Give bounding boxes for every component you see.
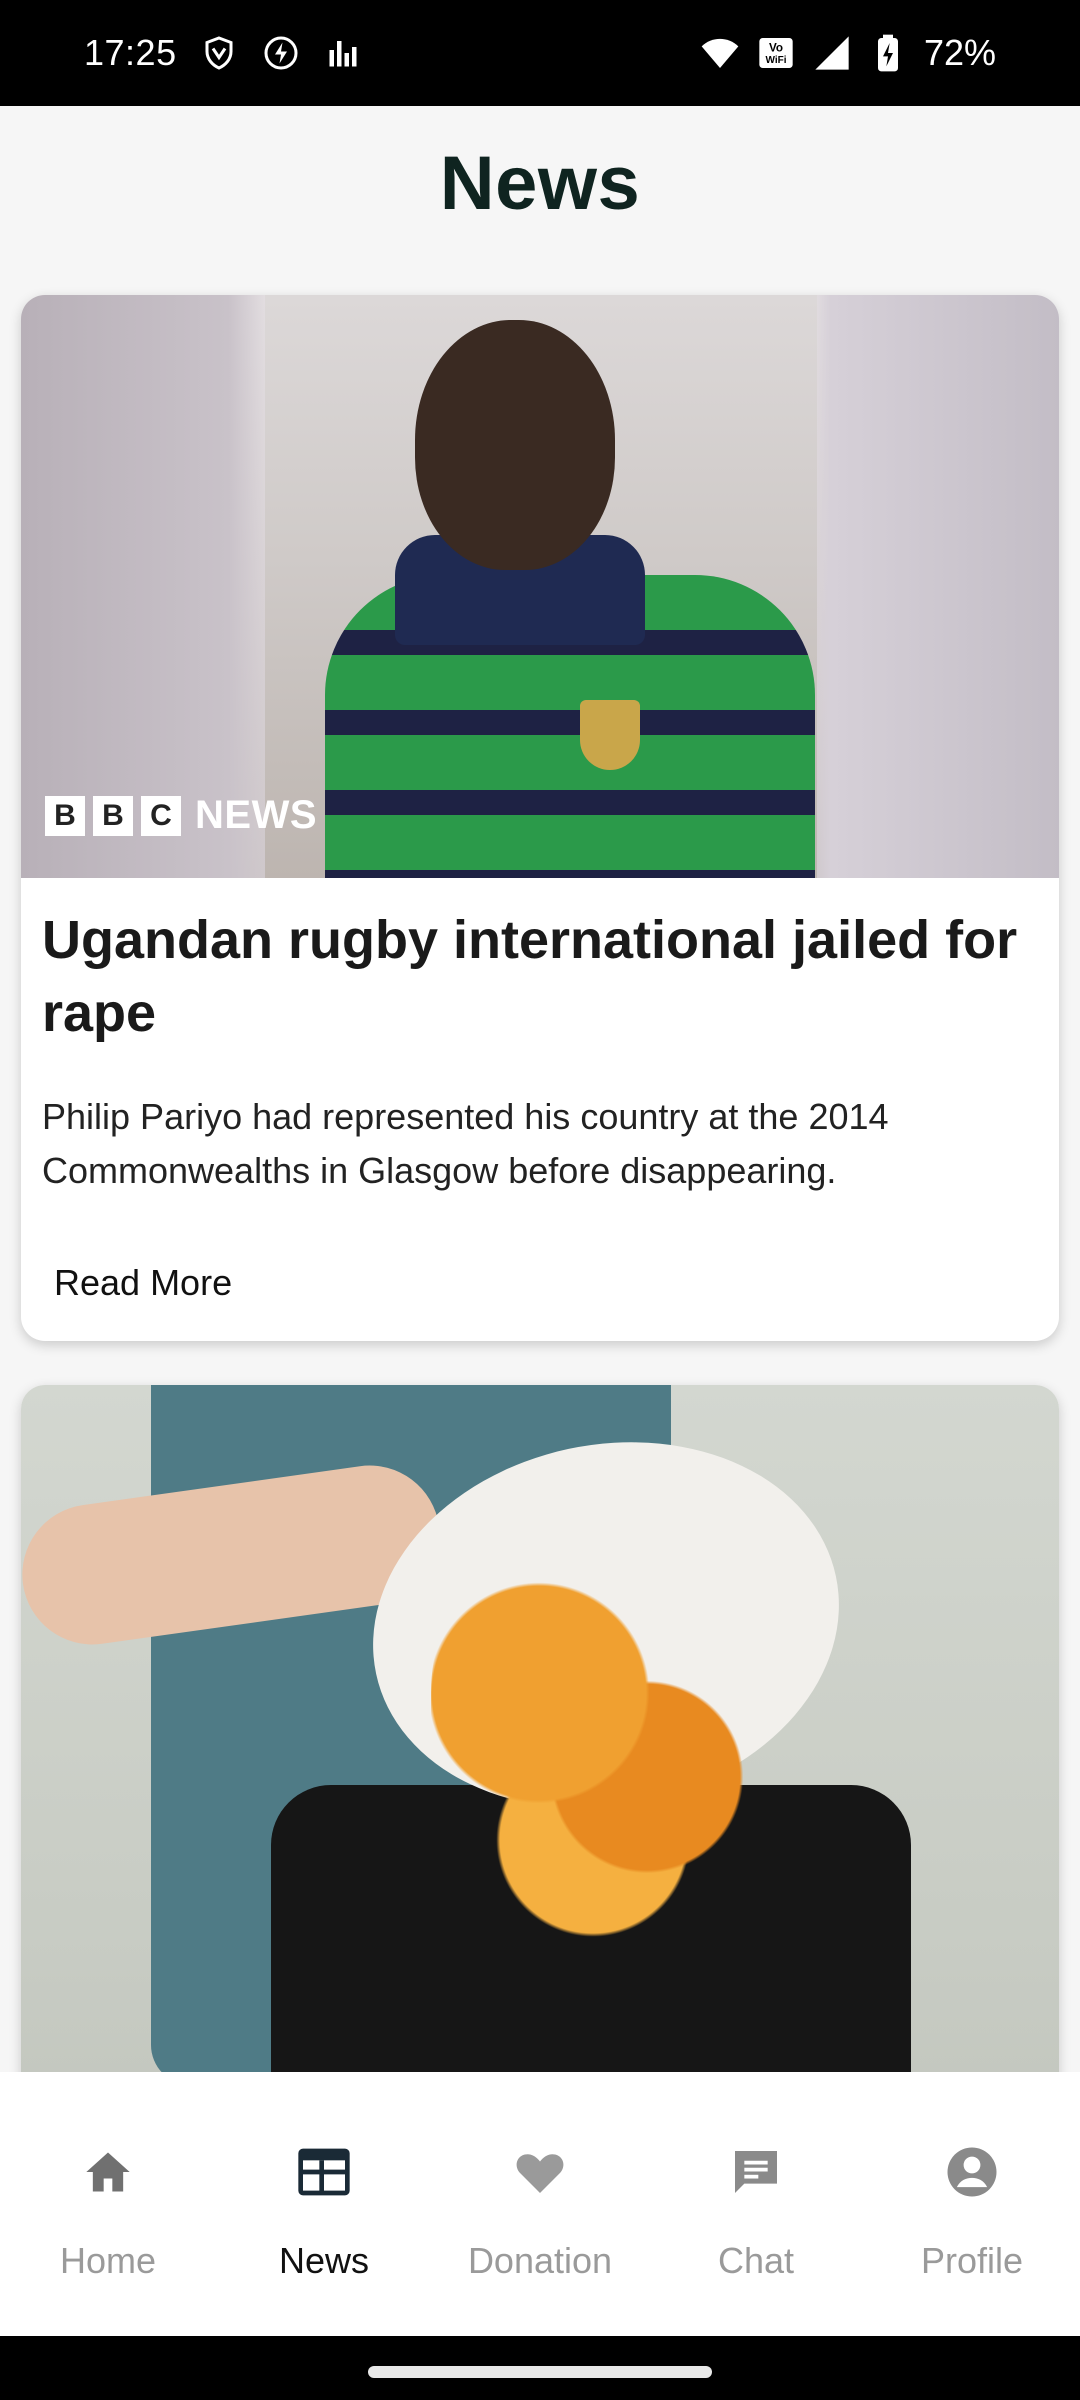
nav-item-chat[interactable]: Chat (648, 2072, 864, 2336)
logo-letter: B (93, 795, 133, 836)
app-screen: 17:25 Vo WiFi 72% News B B C NEWS Uganda… (0, 0, 1080, 2400)
page-title: News (439, 141, 641, 226)
article-image: B B C NEWS (21, 295, 1059, 878)
crest-shape (580, 700, 640, 770)
home-icon (80, 2144, 136, 2200)
bbc-news-logo: B B C NEWS (45, 793, 317, 838)
vowifi-icon: Vo WiFi (756, 33, 796, 73)
status-right: Vo WiFi 72% (700, 32, 996, 74)
svg-text:WiFi: WiFi (765, 55, 786, 66)
system-nav-bar (0, 2336, 1080, 2400)
nav-label: Home (59, 2240, 157, 2281)
bolt-icon (261, 33, 301, 73)
nav-label: Chat (717, 2240, 795, 2281)
chat-icon (728, 2144, 784, 2200)
photo-rugby-player (265, 295, 817, 878)
cell-signal-icon (812, 33, 852, 73)
nav-item-home[interactable]: Home (0, 2072, 216, 2336)
logo-text: NEWS (195, 793, 317, 837)
news-icon (296, 2144, 352, 2200)
wifi-icon (700, 33, 740, 73)
home-indicator[interactable] (368, 2366, 712, 2378)
heart-icon (512, 2144, 568, 2200)
profile-icon (944, 2144, 1000, 2200)
nav-item-profile[interactable]: Profile (864, 2072, 1080, 2336)
nav-label: Donation (467, 2240, 613, 2281)
battery-charging-icon (868, 33, 908, 73)
read-more-button[interactable]: Read More (54, 1262, 232, 1304)
head-shape (415, 320, 615, 570)
signal-bars-icon (323, 33, 363, 73)
status-bar: 17:25 Vo WiFi 72% (0, 0, 1080, 106)
status-time: 17:25 (84, 32, 177, 73)
nav-label: News (278, 2240, 370, 2281)
nav-item-donation[interactable]: Donation (432, 2072, 648, 2336)
nav-item-news[interactable]: News (216, 2072, 432, 2336)
card-body: Ugandan rugby international jailed for r… (21, 878, 1059, 1304)
pasta-shape (431, 1525, 791, 1945)
logo-letter: B (45, 795, 85, 836)
svg-text:Vo: Vo (769, 41, 783, 54)
bottom-navigation: Home News Donation Chat Profile (0, 2072, 1080, 2336)
battery-percent: 72% (923, 32, 996, 73)
article-description: Philip Pariyo had represented his countr… (42, 1096, 889, 1191)
article-title: Ugandan rugby international jailed for r… (42, 910, 1018, 1043)
news-card[interactable]: B B C NEWS Ugandan rugby international j… (21, 295, 1059, 1341)
logo-letter: C (141, 795, 181, 836)
vpn-shield-icon (199, 33, 239, 73)
status-left: 17:25 (84, 32, 363, 74)
nav-label: Profile (920, 2240, 1024, 2281)
